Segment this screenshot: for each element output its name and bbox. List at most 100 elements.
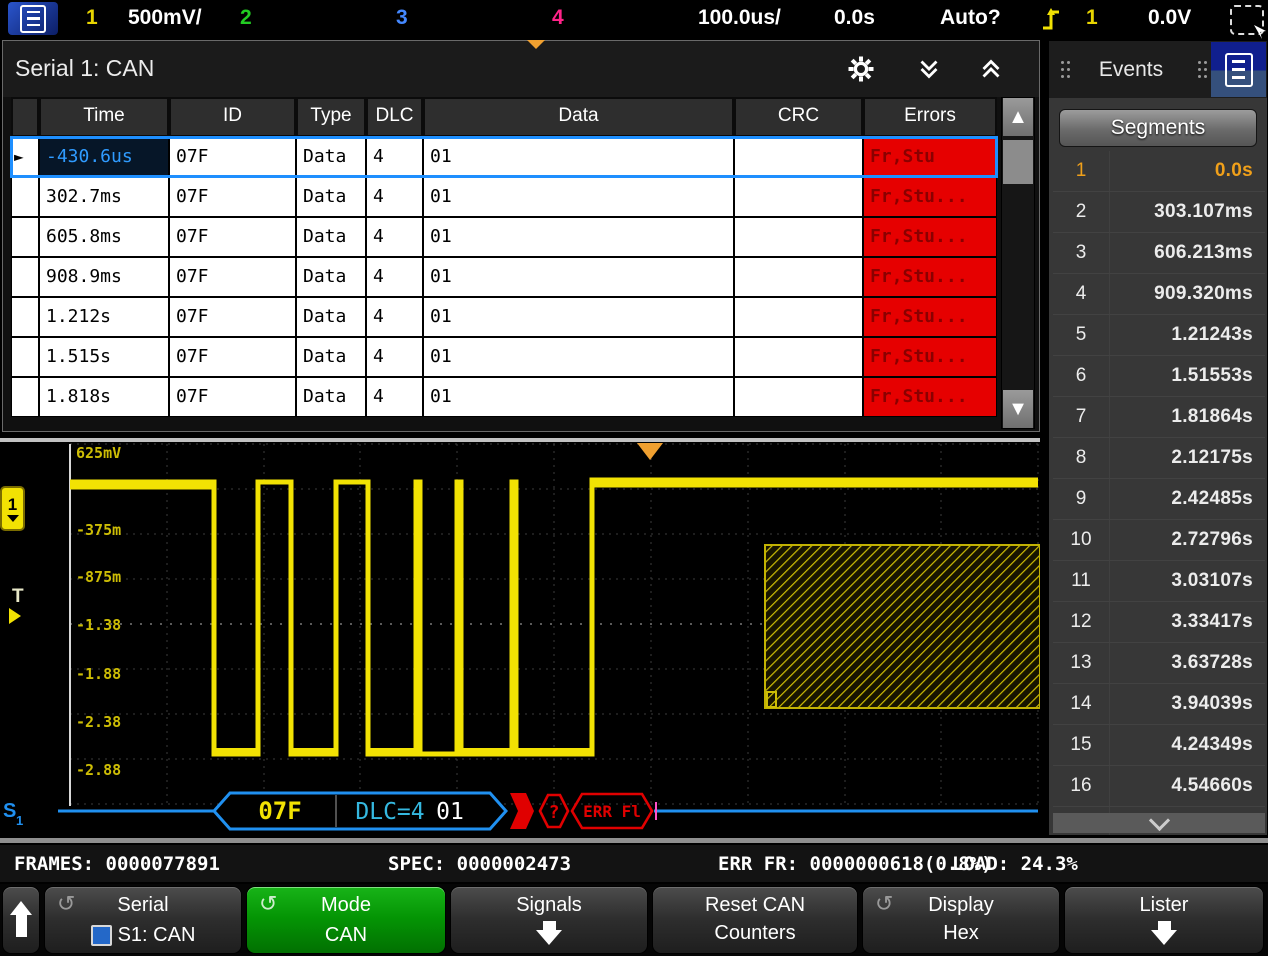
id-cell: 07F: [169, 177, 296, 217]
drag-handle-icon[interactable]: [1198, 61, 1201, 64]
row-pointer-cell: [11, 217, 39, 257]
segment-time: 3.63728s: [1109, 643, 1265, 683]
lister-table: Time ID Type DLC Data CRC Errors ►-430.6…: [11, 97, 997, 417]
data-cell: 01: [423, 377, 734, 417]
channel4-number[interactable]: 4: [552, 6, 564, 30]
segment-time: 2.12175s: [1109, 438, 1265, 478]
row-pointer-cell: ►: [11, 137, 39, 177]
trigger-position-marker[interactable]: [637, 443, 663, 460]
type-cell: Data: [296, 217, 366, 257]
channel3-number[interactable]: 3: [396, 6, 408, 30]
segment-number: 16: [1053, 766, 1109, 806]
segment-row[interactable]: 154.24349s: [1053, 725, 1265, 766]
segment-row[interactable]: 143.94039s: [1053, 684, 1265, 725]
row-pointer-cell: [11, 297, 39, 337]
lister-row[interactable]: 302.7ms07FData401Fr,Stu...: [11, 177, 997, 217]
down-arrow-icon: [1151, 930, 1177, 945]
decode-unknown: ?: [549, 802, 560, 823]
segment-row[interactable]: 51.21243s: [1053, 315, 1265, 356]
document-list-icon: [1225, 53, 1253, 87]
serial-decode-bus: 07F DLC=4 01 ? ERR Fl S 1: [3, 793, 1038, 829]
type-cell: Data: [296, 337, 366, 377]
lister-row[interactable]: 605.8ms07FData401Fr,Stu...: [11, 217, 997, 257]
segment-number: 4: [1053, 274, 1109, 314]
segment-row[interactable]: 92.42485s: [1053, 479, 1265, 520]
channel1-scale[interactable]: 500mV/: [128, 6, 202, 30]
channel1-badge-arrow-icon: [7, 515, 19, 522]
segment-time: 4.54660s: [1109, 766, 1265, 806]
lister-softkey-label: Lister: [1065, 894, 1263, 917]
screen-capture-icon[interactable]: [1230, 5, 1264, 35]
trigger-time-marker-top: [527, 40, 545, 49]
channel-square-icon: [91, 925, 112, 946]
channel2-number[interactable]: 2: [240, 6, 252, 30]
drag-handle-icon[interactable]: [1061, 61, 1064, 64]
signals-softkey-label: Signals: [451, 894, 647, 917]
segment-row[interactable]: 133.63728s: [1053, 643, 1265, 684]
id-cell: 07F: [169, 257, 296, 297]
time-cell: 1.212s: [39, 297, 169, 337]
events-menu-button[interactable]: [1211, 42, 1266, 97]
chevron-up-icon[interactable]: [973, 51, 1009, 87]
segment-row[interactable]: 71.81864s: [1053, 397, 1265, 438]
menu-icon: [20, 5, 46, 33]
mode-softkey[interactable]: ↺ Mode CAN: [246, 886, 446, 954]
scroll-up-arrow[interactable]: ▲: [1003, 98, 1033, 136]
segment-row[interactable]: 61.51553s: [1053, 356, 1265, 397]
segment-row[interactable]: 123.33417s: [1053, 602, 1265, 643]
segment-row[interactable]: 10.0s: [1053, 151, 1265, 192]
segment-row[interactable]: 113.03107s: [1053, 561, 1265, 602]
segment-row[interactable]: 164.54660s: [1053, 766, 1265, 807]
segments-view-button[interactable]: Segments: [1059, 109, 1257, 147]
segment-row[interactable]: 82.12175s: [1053, 438, 1265, 479]
segment-overlay-region: [765, 545, 1040, 708]
menu-back-button[interactable]: [2, 886, 40, 954]
trigger-level[interactable]: 0.0V: [1148, 6, 1191, 30]
axis-label: 625mV: [76, 444, 121, 462]
signals-softkey[interactable]: Signals: [450, 886, 648, 954]
segment-row[interactable]: 102.72796s: [1053, 520, 1265, 561]
channel1-ground-marker[interactable]: 1: [0, 486, 25, 531]
delay-value[interactable]: 0.0s: [834, 6, 875, 30]
lister-softkey[interactable]: Lister: [1064, 886, 1264, 954]
trigger-mode[interactable]: Auto?: [940, 6, 1001, 30]
reset-can-counters-softkey[interactable]: Reset CAN Counters: [652, 886, 858, 954]
lister-row[interactable]: 1.212s07FData401Fr,Stu...: [11, 297, 997, 337]
trigger-source[interactable]: 1: [1086, 6, 1098, 30]
trigger-level-arrow-icon[interactable]: [9, 608, 21, 624]
error-block-marker: [510, 793, 534, 829]
time-cell: 1.515s: [39, 337, 169, 377]
dlc-cell: 4: [366, 297, 423, 337]
segment-time: 606.213ms: [1109, 233, 1265, 273]
crc-cell: [734, 337, 863, 377]
lister-row[interactable]: 1.818s07FData401Fr,Stu...: [11, 377, 997, 417]
row-pointer-cell: [11, 337, 39, 377]
errors-cell: Fr,Stu...: [863, 177, 997, 217]
settings-gear-icon[interactable]: [843, 51, 879, 87]
lister-row[interactable]: ►-430.6us07FData401Fr,Stu: [11, 137, 997, 177]
serial-softkey[interactable]: ↺ Serial S1: CAN: [44, 886, 242, 954]
main-menu-button[interactable]: [8, 2, 58, 35]
segment-row[interactable]: 3606.213ms: [1053, 233, 1265, 274]
segments-scroll-strip[interactable]: [1053, 813, 1265, 833]
segment-number: 7: [1053, 397, 1109, 437]
lister-row[interactable]: 908.9ms07FData401Fr,Stu...: [11, 257, 997, 297]
down-arrow-icon: [536, 930, 562, 945]
segment-row[interactable]: 2303.107ms: [1053, 192, 1265, 233]
lister-scrollbar[interactable]: ▲ ▼: [1001, 97, 1035, 429]
segment-number: 9: [1053, 479, 1109, 519]
scroll-down-arrow[interactable]: ▼: [1003, 390, 1033, 428]
display-softkey[interactable]: ↺ Display Hex: [862, 886, 1060, 954]
data-cell: 01: [423, 137, 734, 177]
scrollbar-thumb[interactable]: [1003, 140, 1033, 184]
segment-row[interactable]: 4909.320ms: [1053, 274, 1265, 315]
lister-row[interactable]: 1.515s07FData401Fr,Stu...: [11, 337, 997, 377]
lister-title: Serial 1: CAN: [15, 55, 154, 82]
channel1-number[interactable]: 1: [86, 6, 98, 30]
chevron-down-icon[interactable]: [911, 51, 947, 87]
time-cell: 302.7ms: [39, 177, 169, 217]
events-panel: Events Segments 10.0s2303.107ms3606.213m…: [1048, 40, 1268, 836]
timebase-value[interactable]: 100.0us/: [698, 6, 781, 30]
data-cell: 01: [423, 337, 734, 377]
axis-label: -2.88: [76, 761, 121, 779]
